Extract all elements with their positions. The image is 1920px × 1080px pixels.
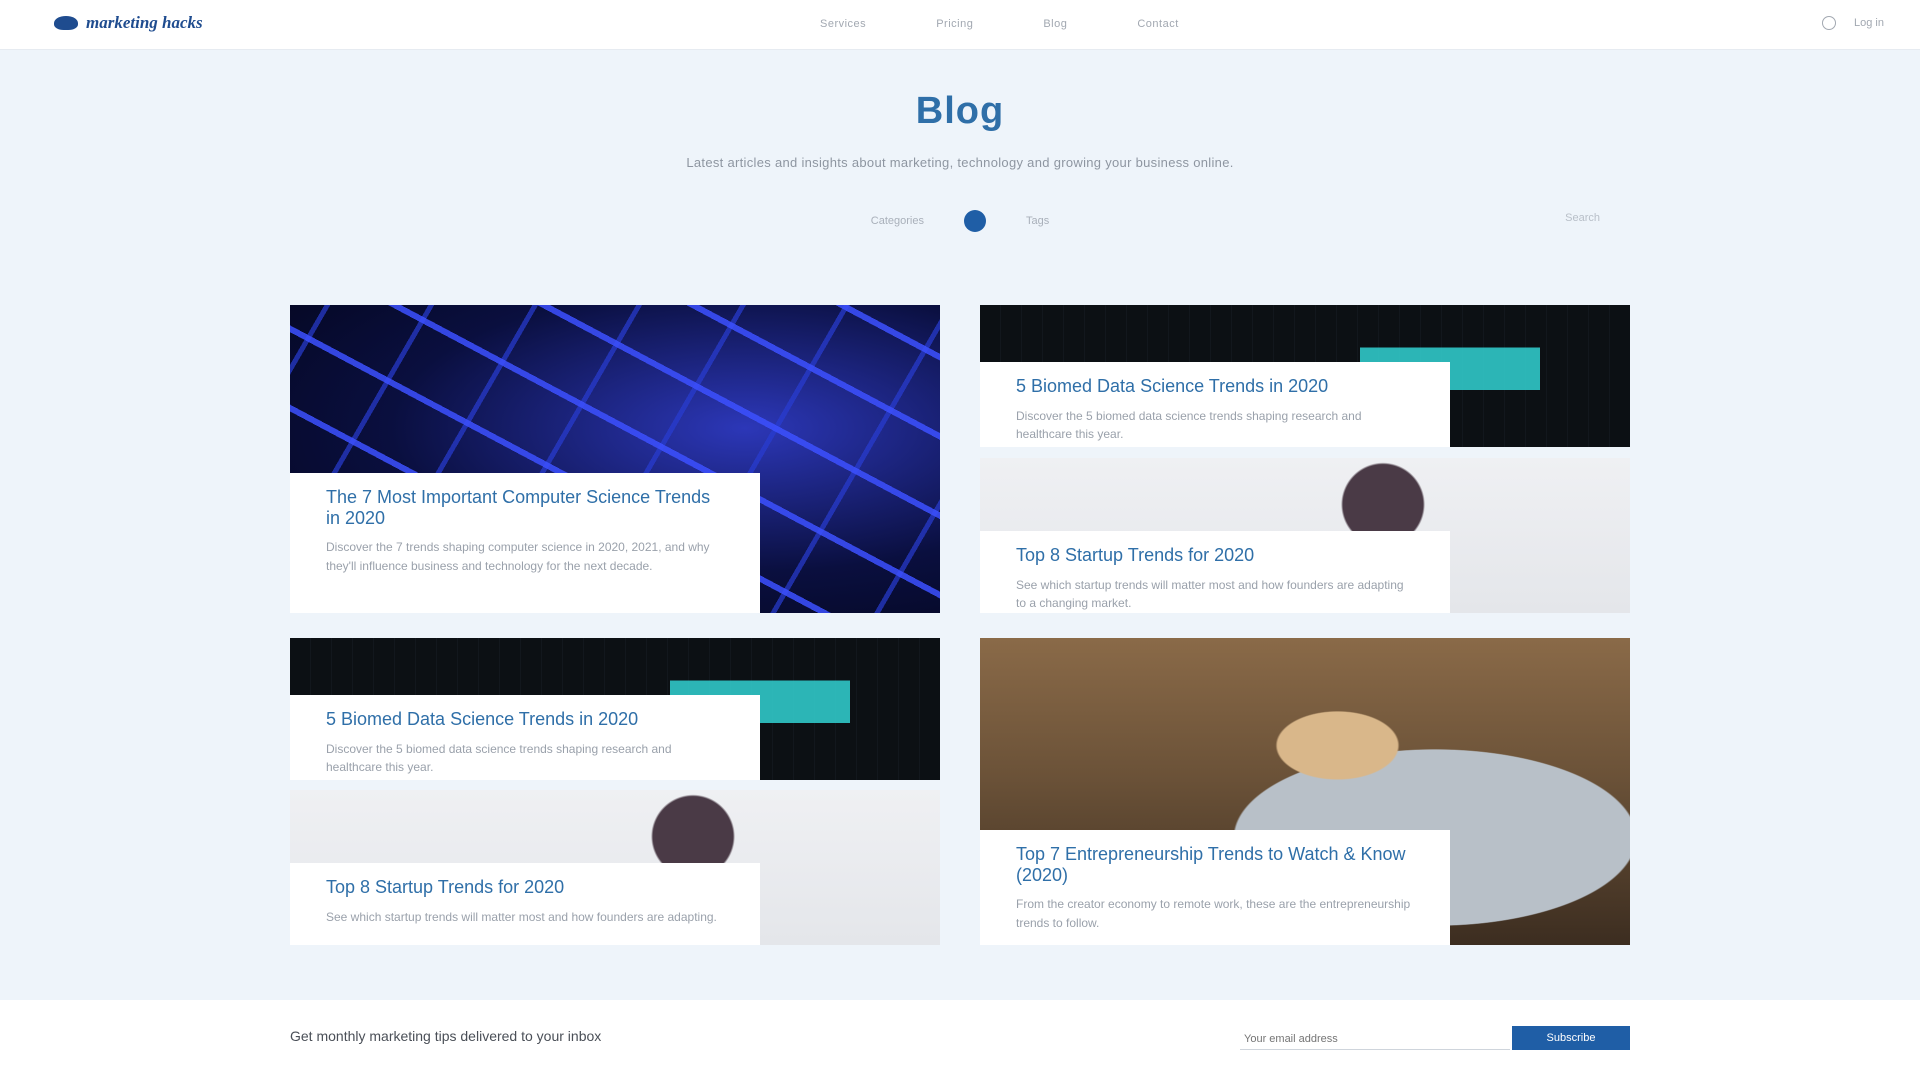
filter-tags[interactable]: Tags xyxy=(1026,215,1049,227)
filter-bar: Categories Tags xyxy=(0,210,1920,232)
post-title[interactable]: 5 Biomed Data Science Trends in 2020 xyxy=(326,709,724,730)
blog-post-card[interactable]: 5 Biomed Data Science Trends in 2020 Dis… xyxy=(980,305,1630,447)
newsletter-footer: Get monthly marketing tips delivered to … xyxy=(0,1000,1920,1080)
main-nav: Services Pricing Blog Contact xyxy=(820,18,1179,30)
blog-post-card[interactable]: Top 8 Startup Trends for 2020 See which … xyxy=(980,458,1630,613)
blog-post-card[interactable]: The 7 Most Important Computer Science Tr… xyxy=(290,305,940,613)
post-excerpt: Discover the 5 biomed data science trend… xyxy=(1016,408,1362,442)
post-excerpt: Discover the 5 biomed data science trend… xyxy=(326,741,672,775)
nav-link-blog[interactable]: Blog xyxy=(1043,18,1067,30)
blog-post-card[interactable]: Top 8 Startup Trends for 2020 See which … xyxy=(290,790,940,945)
nav-link-pricing[interactable]: Pricing xyxy=(936,18,973,30)
post-excerpt: From the creator economy to remote work,… xyxy=(1016,897,1411,930)
post-title[interactable]: Top 8 Startup Trends for 2020 xyxy=(326,877,724,898)
newsletter-text: Get monthly marketing tips delivered to … xyxy=(290,1028,602,1044)
logo-mark-icon xyxy=(54,16,78,30)
search-link[interactable]: Search xyxy=(1565,212,1600,224)
subscribe-button[interactable]: Subscribe xyxy=(1512,1026,1630,1050)
email-input[interactable] xyxy=(1240,1028,1510,1050)
post-caption: Top 7 Entrepreneurship Trends to Watch &… xyxy=(980,830,1450,945)
post-title[interactable]: 5 Biomed Data Science Trends in 2020 xyxy=(1016,376,1414,397)
nav-link-services[interactable]: Services xyxy=(820,18,866,30)
post-caption: 5 Biomed Data Science Trends in 2020 Dis… xyxy=(980,362,1450,447)
login-link[interactable]: Log in xyxy=(1854,17,1884,29)
post-title[interactable]: The 7 Most Important Computer Science Tr… xyxy=(326,487,724,528)
filter-categories[interactable]: Categories xyxy=(871,215,924,227)
nav-link-contact[interactable]: Contact xyxy=(1137,18,1178,30)
post-title[interactable]: Top 8 Startup Trends for 2020 xyxy=(1016,545,1414,566)
header-actions: Log in xyxy=(1822,16,1884,30)
post-excerpt: See which startup trends will matter mos… xyxy=(326,909,717,924)
post-excerpt: See which startup trends will matter mos… xyxy=(1016,577,1404,611)
post-caption: 5 Biomed Data Science Trends in 2020 Dis… xyxy=(290,695,760,780)
filter-toggle-dot[interactable] xyxy=(963,210,986,232)
site-logo[interactable]: marketing hacks xyxy=(54,13,203,33)
blog-post-card[interactable]: Top 7 Entrepreneurship Trends to Watch &… xyxy=(980,638,1630,945)
post-caption: Top 8 Startup Trends for 2020 See which … xyxy=(980,531,1450,613)
post-caption: The 7 Most Important Computer Science Tr… xyxy=(290,473,760,613)
page-title: Blog xyxy=(915,90,1005,132)
post-caption: Top 8 Startup Trends for 2020 See which … xyxy=(290,863,760,945)
post-excerpt: Discover the 7 trends shaping computer s… xyxy=(326,540,710,573)
page-subtitle: Latest articles and insights about marke… xyxy=(686,155,1234,170)
blog-post-card[interactable]: 5 Biomed Data Science Trends in 2020 Dis… xyxy=(290,638,940,780)
logo-text: marketing hacks xyxy=(86,13,203,32)
user-icon[interactable] xyxy=(1822,16,1837,30)
post-title[interactable]: Top 7 Entrepreneurship Trends to Watch &… xyxy=(1016,844,1414,885)
top-navigation-bar: marketing hacks Services Pricing Blog Co… xyxy=(0,0,1920,50)
